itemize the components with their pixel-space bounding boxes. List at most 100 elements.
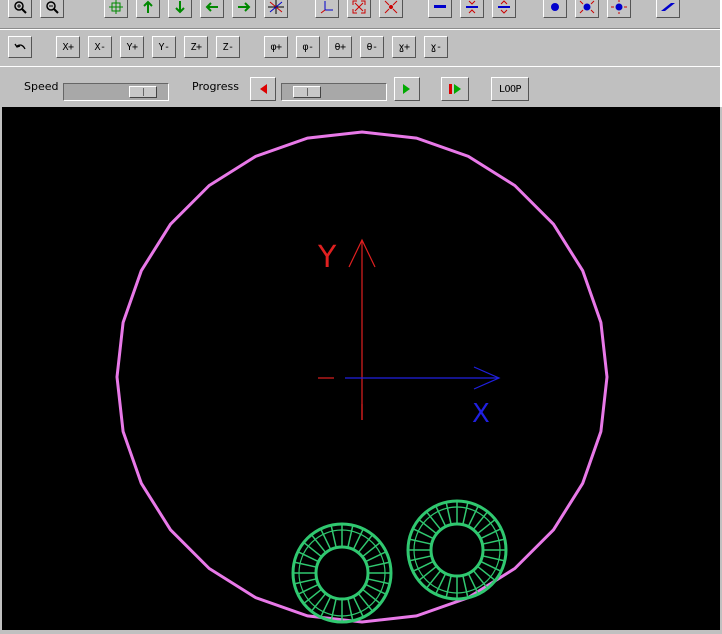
theta-plus-button[interactable]: θ+ bbox=[328, 36, 352, 58]
toolbar-view bbox=[0, 0, 722, 29]
triangle-right-icon bbox=[403, 84, 410, 94]
bearing-roller bbox=[482, 538, 505, 545]
scene-svg: Y X bbox=[115, 130, 609, 624]
pan-left-button[interactable] bbox=[200, 0, 224, 18]
step-back-button[interactable] bbox=[250, 77, 276, 101]
toolbar-axes: X+ X- Y+ Y- Z+ Z- φ+ φ- θ+ θ- ɣ+ ɣ- bbox=[0, 29, 722, 67]
bearing-roller bbox=[347, 598, 354, 621]
bearing-roller bbox=[462, 502, 469, 525]
speed-label: Speed bbox=[24, 80, 59, 93]
play-icon bbox=[449, 84, 461, 94]
bearing-roller bbox=[294, 561, 317, 568]
contract-button[interactable] bbox=[379, 0, 403, 18]
phi-minus-label: φ- bbox=[302, 41, 314, 53]
axis-origin-button[interactable] bbox=[315, 0, 339, 18]
split-vertical-icon bbox=[466, 0, 478, 14]
gamma-minus-button[interactable]: ɣ- bbox=[424, 36, 448, 58]
gamma-plus-label: ɣ+ bbox=[398, 41, 410, 53]
bearing-roller bbox=[367, 578, 390, 585]
line-horizontal-icon bbox=[434, 5, 446, 8]
point-expand-button[interactable] bbox=[575, 0, 599, 18]
x-plus-button[interactable]: X+ bbox=[56, 36, 80, 58]
bearing-roller bbox=[294, 578, 317, 585]
triangle-left-icon bbox=[260, 84, 267, 94]
x-axis-label: X bbox=[472, 399, 490, 429]
play-button[interactable] bbox=[441, 77, 469, 101]
parallelogram-icon bbox=[661, 3, 675, 11]
pan-center-button[interactable] bbox=[104, 0, 128, 18]
bearing-left bbox=[291, 522, 393, 624]
merge-vertical-button[interactable] bbox=[492, 0, 516, 18]
zoom-in-button[interactable] bbox=[8, 0, 32, 18]
dot-icon bbox=[551, 3, 559, 11]
progress-slider[interactable] bbox=[281, 83, 387, 101]
bearing-roller bbox=[445, 575, 452, 598]
speed-slider-thumb[interactable] bbox=[128, 86, 157, 98]
viewport-canvas[interactable]: Y X bbox=[2, 107, 720, 630]
x-minus-label: X- bbox=[94, 41, 106, 53]
arrow-left-icon bbox=[205, 2, 218, 12]
zoom-out-icon bbox=[46, 1, 59, 14]
arrow-down-icon bbox=[175, 1, 185, 14]
pan-center-icon bbox=[109, 0, 123, 14]
pan-down-button[interactable] bbox=[168, 0, 192, 18]
step-forward-button[interactable] bbox=[394, 77, 420, 101]
progress-slider-thumb[interactable] bbox=[292, 86, 321, 98]
line-horizontal-button[interactable] bbox=[428, 0, 452, 18]
theta-plus-label: θ+ bbox=[334, 41, 346, 53]
progress-label: Progress bbox=[192, 80, 239, 93]
animation-controls: Speed Progress LOOP bbox=[0, 66, 722, 107]
bearing-roller bbox=[347, 525, 354, 548]
merge-vertical-icon bbox=[498, 0, 510, 14]
x-plus-label: X+ bbox=[62, 41, 74, 53]
phi-minus-button[interactable]: φ- bbox=[296, 36, 320, 58]
split-vertical-button[interactable] bbox=[460, 0, 484, 18]
axis-origin-icon bbox=[320, 1, 333, 14]
loop-button[interactable]: LOOP bbox=[491, 77, 529, 101]
loop-label: LOOP bbox=[498, 83, 522, 95]
z-plus-button[interactable]: Z+ bbox=[184, 36, 208, 58]
x-minus-button[interactable]: X- bbox=[88, 36, 112, 58]
y-minus-label: Y- bbox=[158, 41, 170, 53]
speed-slider[interactable] bbox=[63, 83, 169, 101]
arrow-up-icon bbox=[143, 0, 153, 13]
z-minus-button[interactable]: Z- bbox=[216, 36, 240, 58]
theta-minus-label: θ- bbox=[366, 41, 378, 53]
expand-icon bbox=[352, 0, 366, 14]
gamma-plus-button[interactable]: ɣ+ bbox=[392, 36, 416, 58]
y-minus-button[interactable]: Y- bbox=[152, 36, 176, 58]
bearing-right bbox=[406, 499, 508, 601]
contract-icon bbox=[384, 0, 398, 14]
pan-right-button[interactable] bbox=[232, 0, 256, 18]
zoom-in-icon bbox=[14, 1, 27, 14]
point-contract-button[interactable] bbox=[607, 0, 631, 18]
y-plus-label: Y+ bbox=[126, 41, 138, 53]
z-minus-label: Z- bbox=[222, 41, 234, 53]
x-axis bbox=[345, 366, 501, 390]
y-axis-label: Y bbox=[317, 240, 337, 275]
pan-up-button[interactable] bbox=[136, 0, 160, 18]
axes-center-icon bbox=[268, 0, 284, 14]
dot-button[interactable] bbox=[543, 0, 567, 18]
z-plus-label: Z+ bbox=[190, 41, 202, 53]
undo-button[interactable] bbox=[8, 36, 32, 58]
phi-plus-label: φ+ bbox=[270, 41, 282, 53]
bearing-roller bbox=[330, 525, 337, 548]
point-contract-icon bbox=[611, 0, 627, 14]
theta-minus-button[interactable]: θ- bbox=[360, 36, 384, 58]
gamma-minus-label: ɣ- bbox=[430, 41, 442, 53]
arrow-right-icon bbox=[238, 2, 251, 12]
bearing-roller bbox=[445, 502, 452, 525]
undo-icon bbox=[14, 43, 26, 50]
zoom-out-button[interactable] bbox=[40, 0, 64, 18]
phi-plus-button[interactable]: φ+ bbox=[264, 36, 288, 58]
point-expand-icon bbox=[579, 0, 595, 14]
bearing-roller bbox=[462, 575, 469, 598]
bearing-roller bbox=[482, 555, 505, 562]
expand-button[interactable] bbox=[347, 0, 371, 18]
parallelogram-button[interactable] bbox=[656, 0, 680, 18]
bearing-roller bbox=[409, 538, 432, 545]
axes-center-button[interactable] bbox=[264, 0, 288, 18]
y-plus-button[interactable]: Y+ bbox=[120, 36, 144, 58]
bearing-roller bbox=[409, 555, 432, 562]
